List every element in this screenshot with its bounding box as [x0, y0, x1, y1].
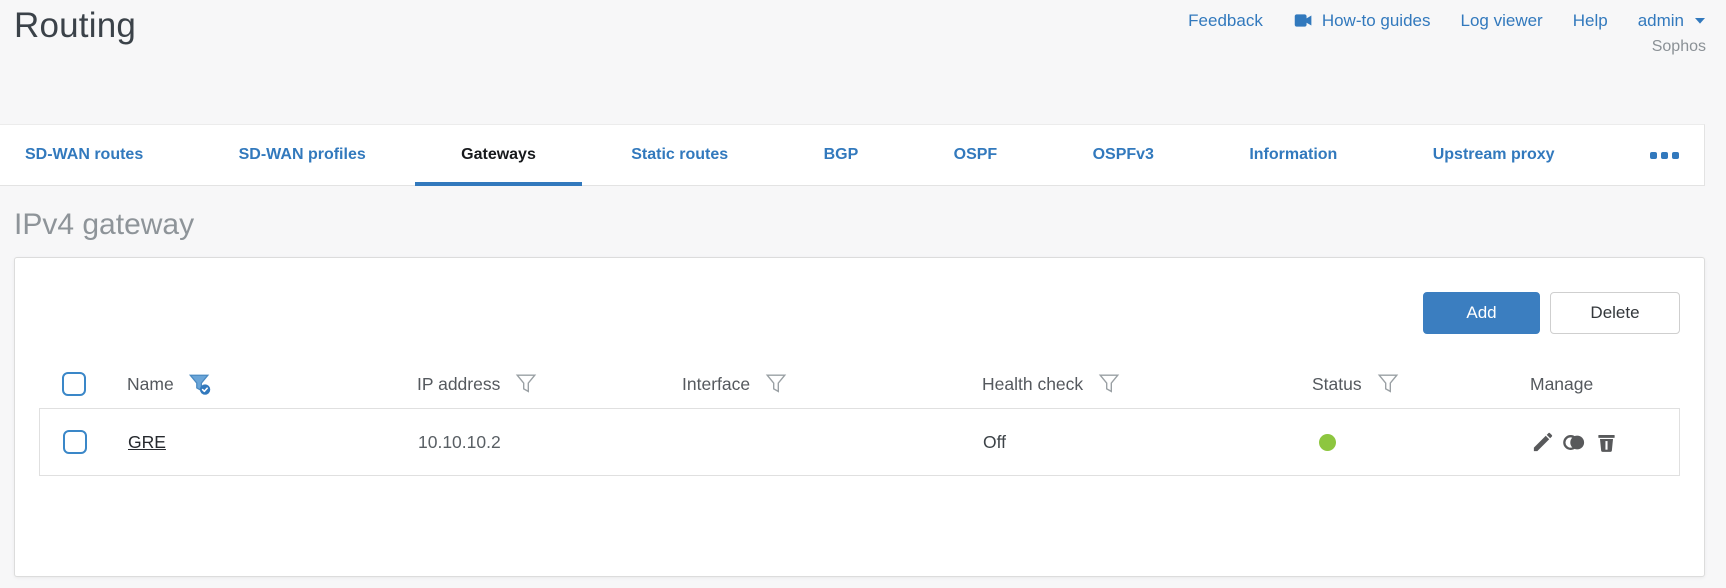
column-header-interface: Interface [682, 373, 751, 394]
filter-icon-health-check[interactable] [1097, 372, 1121, 396]
gateway-toolbar: Add Delete [39, 292, 1680, 334]
column-header-name: Name [127, 373, 174, 394]
admin-menu[interactable]: admin [1638, 11, 1706, 31]
more-tabs-icon[interactable] [1649, 125, 1679, 185]
tab-ospfv3[interactable]: OSPFv3 [1093, 125, 1154, 185]
gateway-name-link[interactable]: GRE [128, 432, 166, 452]
ipv4-gateway-panel: Add Delete Name IP address Interface Hea… [14, 257, 1705, 577]
table-header: Name IP address Interface Health check S… [39, 360, 1680, 408]
filter-icon-ip-address[interactable] [514, 372, 538, 396]
tab-static-routes[interactable]: Static routes [631, 125, 728, 185]
table-body: GRE 10.10.10.2 Off [39, 408, 1680, 476]
tab-upstream-proxy[interactable]: Upstream proxy [1433, 125, 1555, 185]
add-button[interactable]: Add [1423, 292, 1540, 334]
tab-ospf[interactable]: OSPF [954, 125, 998, 185]
routing-tabbar: SD-WAN routes SD-WAN profiles Gateways S… [0, 124, 1705, 186]
how-to-guides-label: How-to guides [1321, 10, 1431, 30]
manage-actions [1531, 431, 1679, 454]
gateway-ip-address: 10.10.10.2 [418, 431, 501, 452]
column-header-status: Status [1312, 373, 1362, 394]
log-viewer-link[interactable]: Log viewer [1461, 11, 1543, 31]
admin-menu-label: admin [1637, 10, 1684, 30]
tab-sd-wan-routes[interactable]: SD-WAN routes [25, 125, 143, 185]
video-camera-icon [1293, 10, 1314, 31]
delete-button[interactable]: Delete [1550, 292, 1680, 334]
tab-gateways[interactable]: Gateways [415, 125, 582, 186]
select-all-checkbox[interactable] [62, 372, 86, 396]
section-heading: IPv4 gateway [14, 208, 195, 241]
tab-information[interactable]: Information [1249, 125, 1337, 185]
delete-icon[interactable] [1595, 431, 1618, 454]
clone-icon[interactable] [1563, 431, 1586, 454]
main-content: IPv4 gateway Add Delete Name IP address … [0, 208, 1726, 577]
column-header-ip-address: IP address [417, 373, 501, 394]
account-label: Sophos [1651, 38, 1706, 55]
row-checkbox[interactable] [63, 430, 87, 454]
column-header-manage: Manage [1530, 373, 1594, 394]
tab-sd-wan-profiles[interactable]: SD-WAN profiles [239, 125, 366, 185]
table-row: GRE 10.10.10.2 Off [40, 409, 1679, 475]
filter-icon-interface[interactable] [764, 372, 788, 396]
help-link[interactable]: Help [1573, 11, 1608, 31]
filter-icon-name-active[interactable] [188, 372, 212, 396]
page-title: Routing [14, 6, 137, 45]
how-to-guides-link[interactable]: How-to guides [1293, 10, 1431, 31]
column-header-health-check: Health check [982, 373, 1084, 394]
edit-icon[interactable] [1531, 431, 1554, 454]
filter-icon-status[interactable] [1376, 372, 1400, 396]
top-header: Routing Feedback How-to guides Log viewe… [0, 0, 1726, 124]
status-up-indicator [1319, 433, 1336, 451]
gateway-health-check: Off [983, 431, 1007, 452]
tab-bgp[interactable]: BGP [824, 125, 859, 185]
top-right-nav: Feedback How-to guides Log viewer Help a… [1188, 4, 1706, 56]
feedback-link[interactable]: Feedback [1188, 11, 1263, 31]
caret-down-icon [1692, 17, 1706, 25]
